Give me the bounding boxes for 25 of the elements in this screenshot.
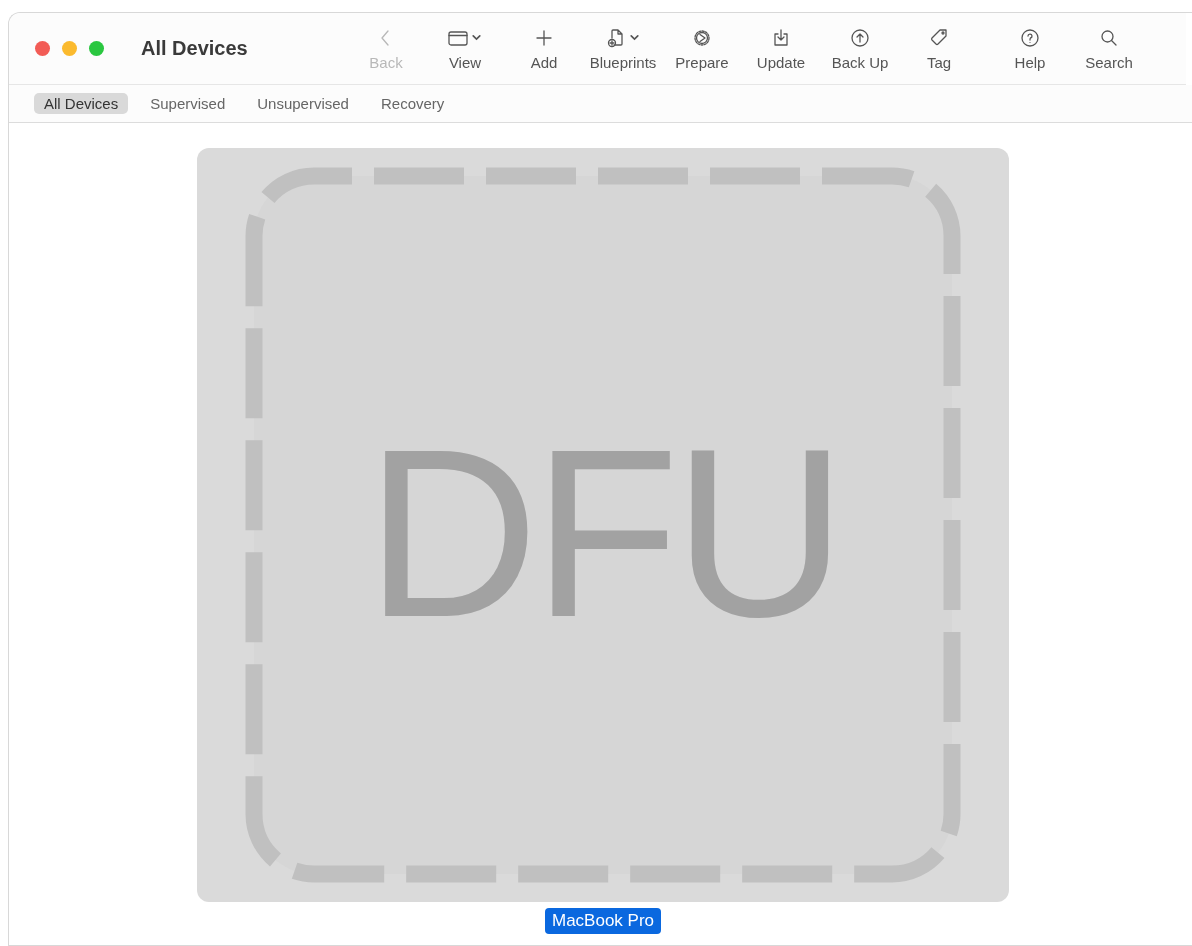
download-icon (771, 27, 791, 48)
zoom-button[interactable] (89, 41, 104, 56)
toolbar-button[interactable]: Back Up (821, 26, 899, 71)
document-plus-icon (606, 27, 626, 48)
filter-tab[interactable]: Supervised (140, 93, 236, 114)
help-icon (1020, 27, 1040, 48)
toolbar-button[interactable]: Add (505, 26, 583, 71)
toolbar-button[interactable]: Blueprints (584, 26, 662, 71)
toolbar-button[interactable]: Search (1070, 26, 1148, 71)
filter-tab[interactable]: Unsupervised (247, 93, 359, 114)
window-title: All Devices (141, 37, 249, 60)
toolbar-button[interactable]: Prepare (663, 26, 741, 71)
close-button[interactable] (35, 41, 50, 56)
gear-icon (692, 27, 712, 48)
search-icon (1099, 27, 1119, 48)
upload-circle-icon (850, 27, 870, 48)
toolbar-button[interactable]: Tag (900, 26, 978, 71)
toolbar-button[interactable]: Update (742, 26, 820, 71)
tag-icon (929, 27, 949, 48)
device-name[interactable]: MacBook Pro (544, 908, 661, 934)
toolbar-button[interactable]: View (426, 26, 504, 71)
filter-tab[interactable]: All Devices (34, 93, 129, 114)
toolbar-button[interactable]: Help (991, 26, 1069, 71)
filter-tab[interactable]: Recovery (370, 93, 455, 114)
minimize-button[interactable] (62, 41, 77, 56)
